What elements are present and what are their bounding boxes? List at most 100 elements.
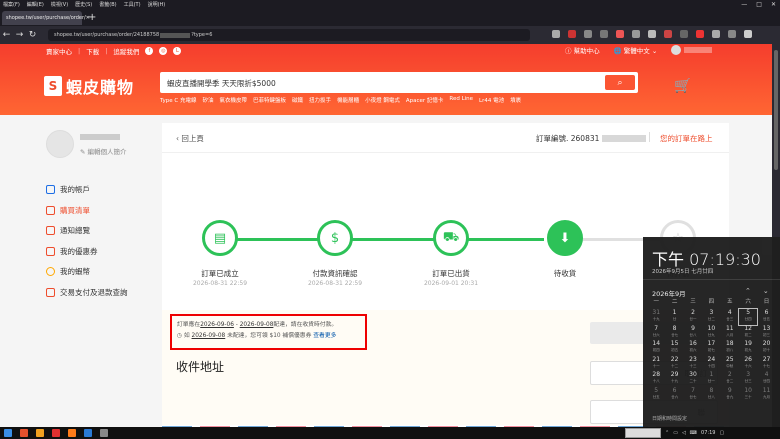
shopee-logo[interactable]: S 蝦皮購物 [44,74,134,98]
calendar-day[interactable]: 6 廿六 [665,387,683,403]
network-icon[interactable]: ▭ [673,430,678,436]
folder-icon[interactable] [36,429,44,437]
download-link[interactable]: 下載 [86,46,99,56]
extension-icon-7[interactable] [728,30,736,38]
extension-gray-icon[interactable] [600,30,608,38]
calendar-day[interactable]: 8 廿八 [702,387,720,403]
calendar-day[interactable]: 22 十二 [665,356,683,372]
calendar-day[interactable]: 3 廿二 [702,309,720,325]
url-bar[interactable]: shopee.tw/user/purchase/order/24188758 ?… [48,29,530,41]
sidebar-item-coupons[interactable]: 我的優惠券 [46,246,98,257]
hot-keyword-link[interactable]: Red Line [449,96,473,104]
calendar-day[interactable]: 9 廿九 [721,387,739,403]
calendar-day[interactable]: 3 廿三 [739,371,757,387]
calendar-day[interactable]: 2 廿一 [684,309,702,325]
translate-icon[interactable] [552,30,560,38]
cart-icon[interactable]: 🛒 [674,78,691,94]
hot-keyword-link[interactable]: 機能層櫃 [337,96,359,104]
sidebar-item-notifications[interactable]: 通知總覽 [46,225,90,236]
calendar-day[interactable]: 8 廿七 [665,325,683,341]
calendar-month[interactable]: 2026年9月 [652,288,686,298]
calendar-day[interactable]: 20 初十 [757,340,775,356]
calendar-day[interactable]: 5 廿五 [647,387,665,403]
calendar-day[interactable]: 7 廿六 [647,325,665,341]
hot-keyword-link[interactable]: 磁鐵 [292,96,303,104]
menu-item[interactable]: 工具(T) [124,1,141,8]
maximize-icon[interactable]: □ [756,1,762,8]
chevron-down-icon[interactable]: ⌄ [763,287,769,295]
menu-item[interactable]: 書籤(B) [99,1,116,8]
hot-keyword-link[interactable]: 小夜燈 鋼電式 [365,96,400,104]
calendar-day[interactable]: 21 十一 [647,356,665,372]
app-icon[interactable] [20,429,28,437]
language-selector[interactable]: 🌐 繁體中文 ⌄ [614,45,658,55]
edit-profile-link[interactable]: ✎ 編輯個人簡介 [80,146,127,156]
taskbar-time[interactable]: 07:19 [701,430,715,436]
extension-icon-5[interactable] [696,30,704,38]
firefox-icon[interactable] [68,429,76,437]
hot-keyword-link[interactable]: Lr44 電池 [479,96,504,104]
sidebar-item-purchases[interactable]: 購買清單 [46,205,90,216]
extension-icon-3[interactable] [664,30,672,38]
reload-icon[interactable]: ↻ [26,30,39,40]
sidebar-item-payments[interactable]: 交易支付及退款查詢 [46,287,128,298]
keyboard-icon[interactable]: ⌨ [690,430,697,436]
seller-center-link[interactable]: 賣家中心 [46,46,72,56]
calendar-day[interactable]: 11 八月 [721,325,739,341]
calendar-day[interactable]: 4 廿三 [721,309,739,325]
profile-avatar[interactable] [46,130,74,158]
calendar-day[interactable]: 6 廿五 [757,309,775,325]
hot-keyword-link[interactable]: Type C 充電線 [160,96,196,104]
hot-keyword-link[interactable]: 氣衣機皮帶 [220,96,248,104]
line-icon[interactable]: L [173,47,182,55]
calendar-day[interactable]: 30 二十 [684,371,702,387]
calendar-day[interactable]: 14 初四 [647,340,665,356]
calendar-day[interactable]: 18 初八 [721,340,739,356]
hot-keyword-link[interactable]: 矽油 [202,96,213,104]
new-tab-icon[interactable]: + [88,12,96,23]
browser-tab[interactable]: shopee.tw/user/purchase/order/ ✕ [2,11,90,25]
account-menu[interactable] [671,45,713,55]
calendar-day[interactable]: 1廿 [665,309,683,325]
calendar-day[interactable]: 26 十六 [739,356,757,372]
calendar-day[interactable]: 7 廿七 [684,387,702,403]
calendar-day[interactable]: 1 廿一 [702,371,720,387]
extension-pocket-icon[interactable] [616,30,624,38]
calendar-day[interactable]: 10 三十 [739,387,757,403]
calendar-day[interactable]: 23 十三 [684,356,702,372]
hot-keyword-link[interactable]: 巴菲特鍵盤板 [253,96,286,104]
minimize-icon[interactable]: — [741,1,747,8]
calendar-day[interactable]: 12 初二 [739,325,757,341]
hot-keyword-link[interactable]: Apacer 記憶卡 [406,96,444,104]
calendar-day[interactable]: 11 九月 [757,387,775,403]
menu-item[interactable]: 編輯(E) [27,1,44,8]
extension-red-icon[interactable] [568,30,576,38]
volume-icon[interactable]: ◁ [682,430,686,436]
chevron-up-icon[interactable]: ⌃ [665,430,669,436]
facebook-icon[interactable]: f [145,47,154,55]
calendar-day[interactable]: 25 中秋 [721,356,739,372]
calendar-day[interactable]: 28 十八 [647,371,665,387]
app-icon-2[interactable] [52,429,60,437]
search-input[interactable]: 蝦皮直播開學季 天天限折$5000 ⌕ [160,72,638,93]
calendar-day[interactable]: 4 廿四 [757,371,775,387]
calendar-day[interactable]: 17 初七 [702,340,720,356]
back-arrow-icon[interactable]: ← [0,30,13,40]
calendar-day[interactable]: 24 十四 [702,356,720,372]
extension-icon-2[interactable] [648,30,656,38]
calendar-day[interactable]: 2 廿二 [721,371,739,387]
calendar-day[interactable]: 10 廿九 [702,325,720,341]
app-icon-4[interactable] [100,429,108,437]
calendar-day[interactable]: 27 十七 [757,356,775,372]
menu-item[interactable]: 歷史(S) [75,1,92,8]
notification-icon[interactable]: ▢ [719,430,724,436]
help-center-link[interactable]: ⓘ 幫助中心 [565,45,600,55]
sidebar-item-account[interactable]: 我的帳戶 [46,184,90,195]
calendar-day[interactable]: 5 廿四 [737,308,759,326]
calendar-day[interactable]: 31 十九 [647,309,665,325]
calendar-day[interactable]: 15 初五 [665,340,683,356]
sidebar-item-coins[interactable]: 我的蝦幣 [46,266,90,277]
menu-item[interactable]: 檢視(V) [51,1,68,8]
app-icon-3[interactable] [84,429,92,437]
extension-icon-6[interactable] [712,30,720,38]
